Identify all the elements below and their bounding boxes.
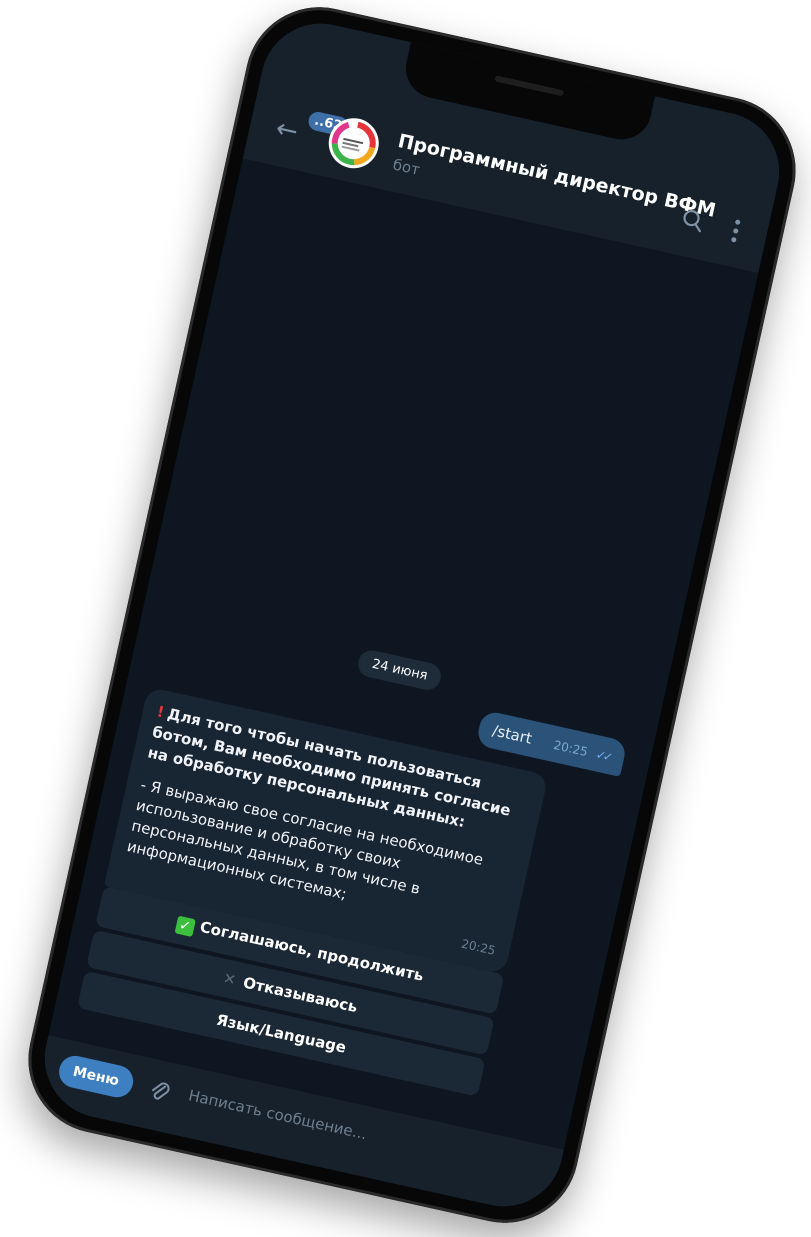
search-icon[interactable]	[678, 205, 709, 236]
date-separator: 24 июня	[355, 647, 444, 693]
telegram-screen: ← ..62 Программный директор ВФМ бот 24 и…	[33, 12, 791, 1218]
bot-menu-button[interactable]: Меню	[56, 1052, 136, 1101]
exclamation-icon: !	[155, 702, 166, 722]
chat-title[interactable]: Программный директор ВФМ	[396, 130, 718, 222]
back-button[interactable]: ← ..62	[272, 110, 350, 148]
outgoing-message-time: 20:25	[552, 737, 590, 760]
message-input[interactable]	[184, 1084, 428, 1158]
green-checkmark-icon: ✓	[174, 915, 196, 937]
speaker-grille	[494, 75, 565, 97]
chat-subtitle: бот	[391, 155, 422, 179]
paperclip-icon[interactable]	[146, 1077, 173, 1107]
read-checkmarks-icon: ✓✓	[594, 747, 612, 765]
phone-frame: ← ..62 Программный директор ВФМ бот 24 и…	[14, 0, 810, 1237]
chat-header: ← ..62 Программный директор ВФМ бот	[242, 12, 791, 273]
more-vertical-icon[interactable]	[728, 216, 744, 246]
outgoing-message-text: /start	[490, 721, 534, 748]
cross-icon: ✕	[221, 968, 238, 990]
back-arrow-icon: ←	[272, 113, 301, 148]
